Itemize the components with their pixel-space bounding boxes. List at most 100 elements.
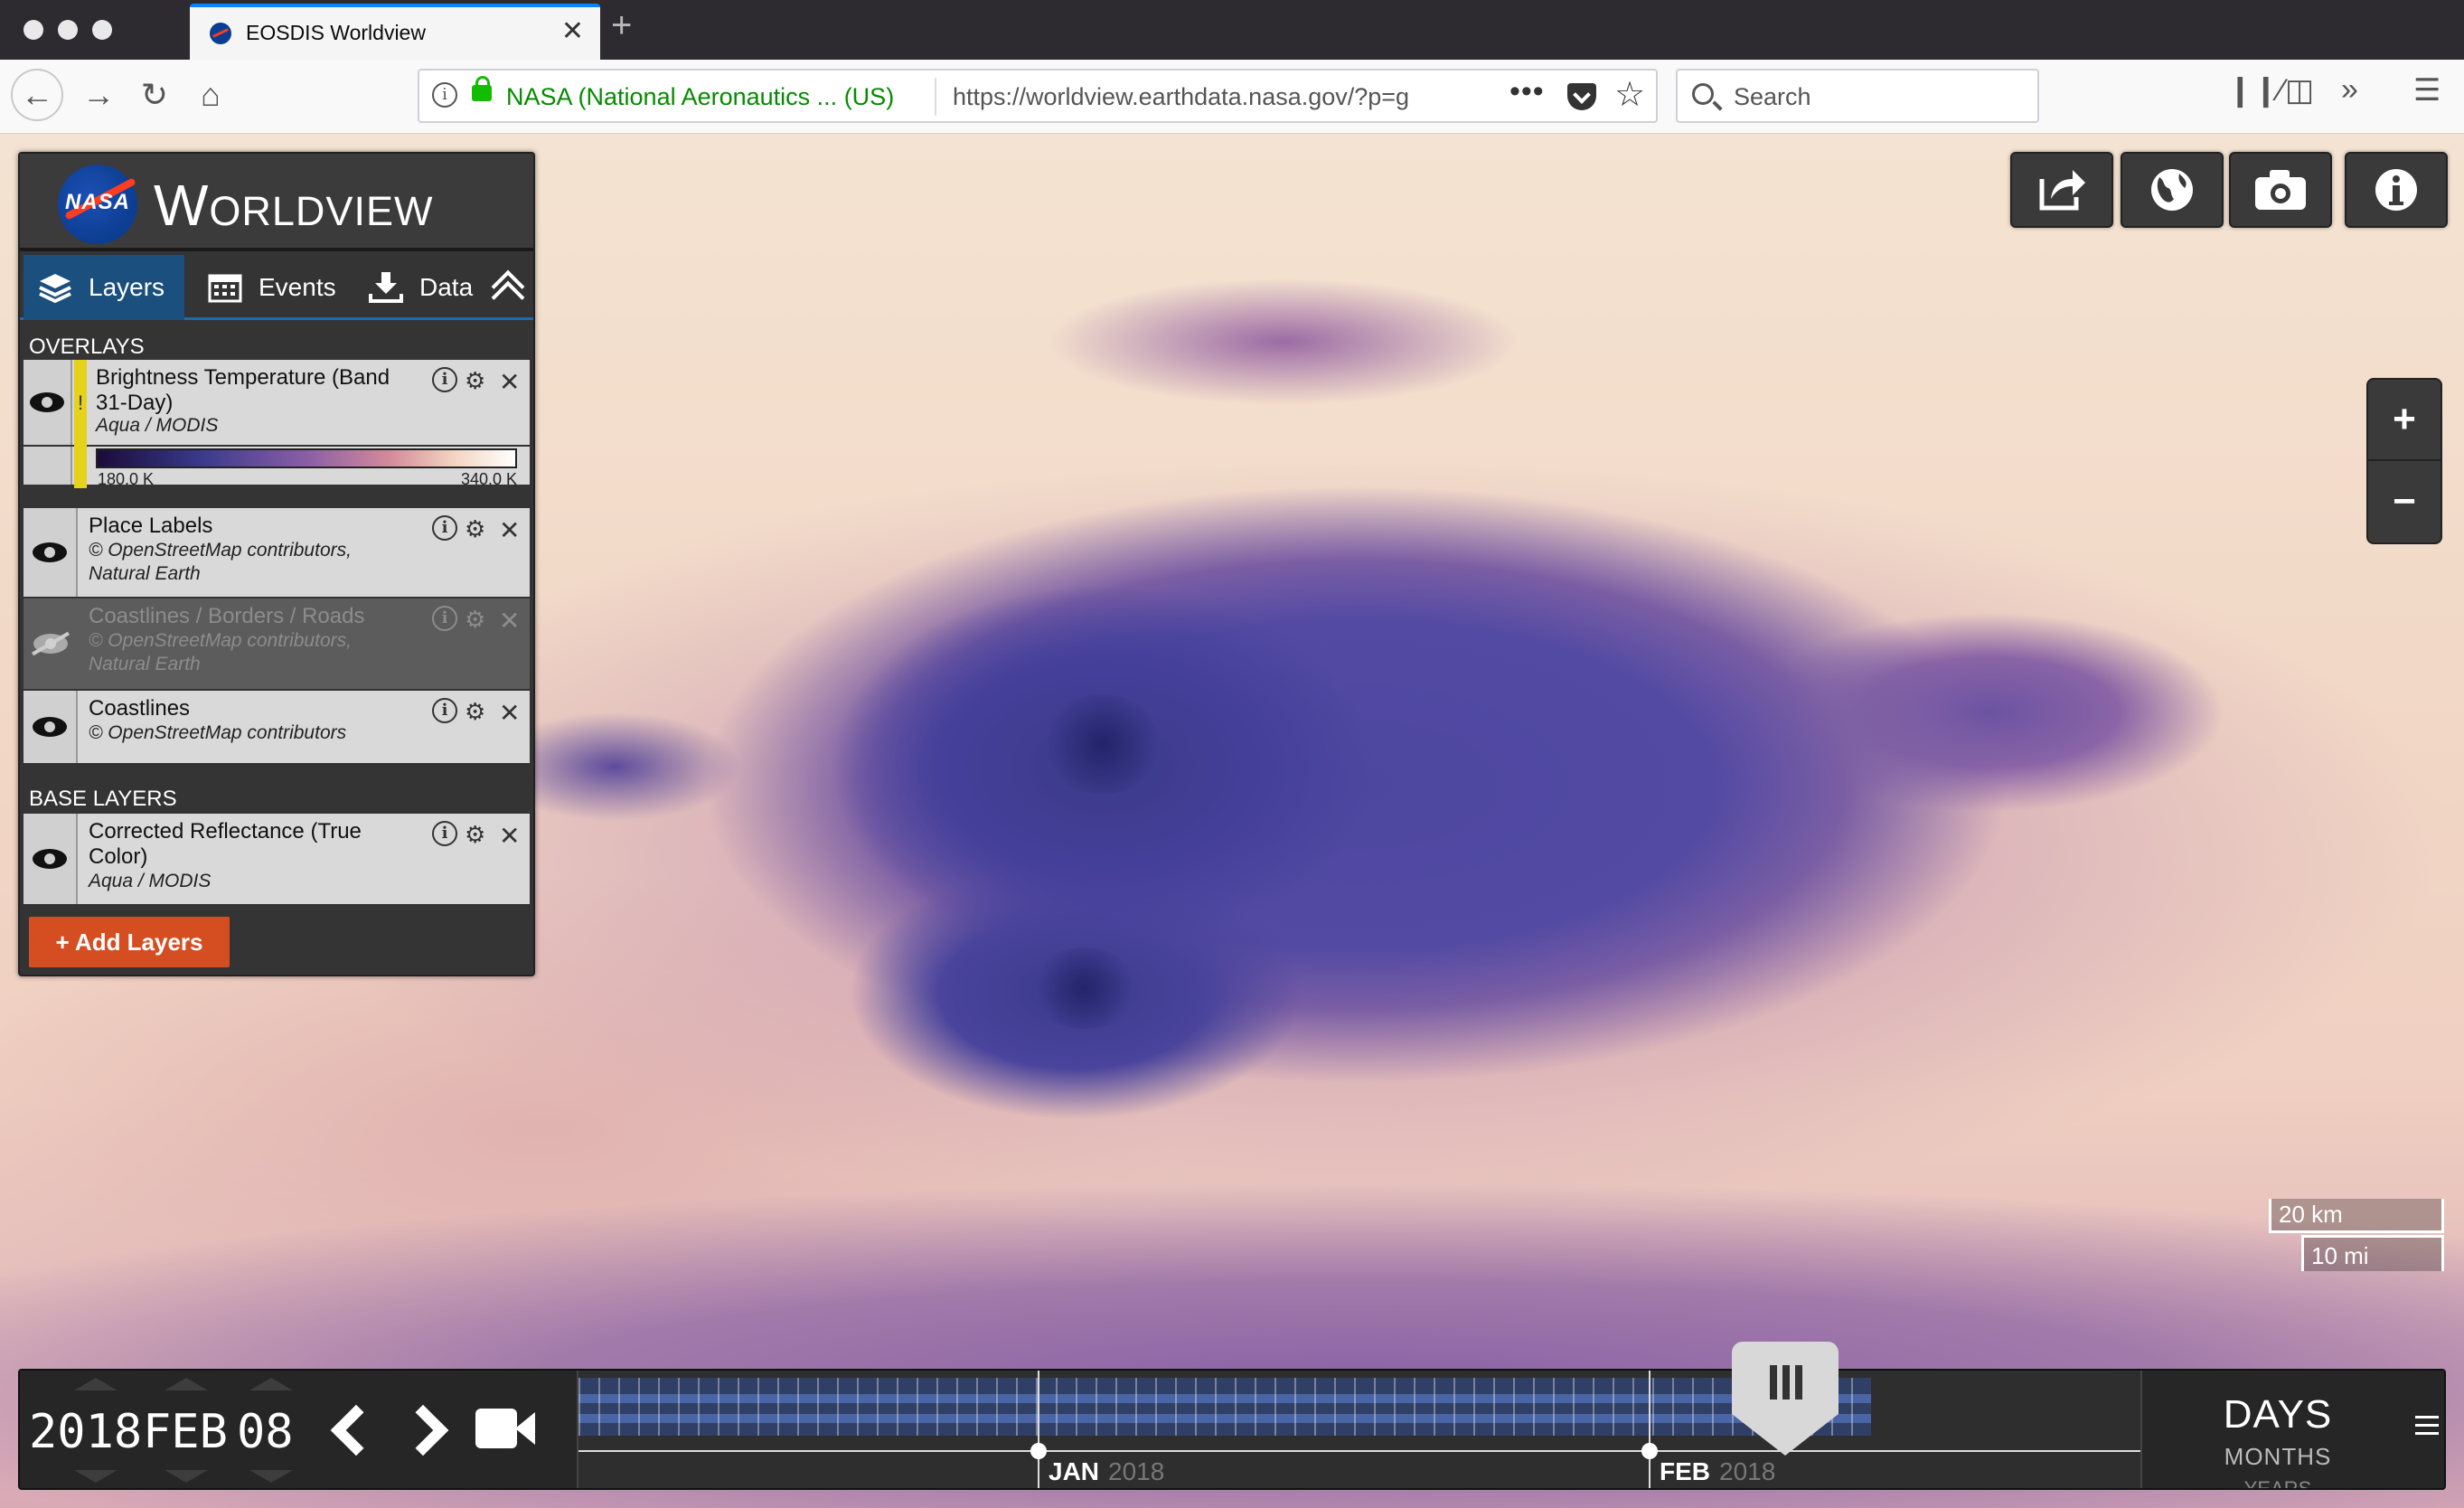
reload-icon[interactable]: ↻ (132, 72, 177, 118)
next-day-icon[interactable] (397, 1404, 449, 1456)
timeline-track[interactable]: JAN 2018 FEB 2018 (577, 1342, 2142, 1488)
date-year[interactable]: 2018 (29, 1405, 142, 1459)
cloud-vortex (1030, 947, 1139, 1029)
layer-info-icon[interactable]: i (432, 606, 457, 631)
layer-settings-icon[interactable]: ⚙ (465, 821, 485, 849)
timeline-data-coverage (578, 1378, 1871, 1436)
day-up-arrow[interactable] (249, 1378, 293, 1390)
site-identity[interactable]: NASA (National Aeronautics ... (US) (506, 83, 894, 111)
remove-layer-icon[interactable]: ✕ (499, 515, 520, 545)
layer-legend: 180.0 K 340.0 K (24, 447, 530, 488)
visibility-toggle[interactable] (24, 598, 78, 689)
layer-info-icon[interactable]: i (432, 515, 457, 541)
new-tab-button[interactable]: + (611, 5, 632, 46)
layer-settings-icon[interactable]: ⚙ (465, 606, 485, 634)
layer-settings-icon[interactable]: ⚙ (465, 515, 485, 543)
add-layers-button[interactable]: + Add Layers (29, 917, 230, 967)
layer-item[interactable]: Corrected Reflectance (True Color) Aqua … (24, 814, 530, 906)
bookmark-star-icon[interactable]: ☆ (1614, 74, 1645, 115)
tab-data-label: Data (419, 273, 474, 301)
eye-icon (30, 392, 64, 412)
layer-info-icon[interactable]: i (432, 367, 457, 392)
warning-marker[interactable]: ! (74, 360, 87, 447)
globe-icon (2151, 169, 2193, 211)
overflow-chevron-icon[interactable]: » (2341, 72, 2358, 108)
back-icon[interactable]: ← (11, 69, 63, 121)
scale-bar-km: 20 km (2269, 1199, 2444, 1233)
menu-icon[interactable]: ☰ (2413, 72, 2440, 108)
tab-events[interactable]: Events (193, 255, 354, 320)
layer-settings-icon[interactable]: ⚙ (465, 367, 485, 395)
collapse-chevron-icon[interactable] (488, 268, 524, 304)
layer-info-icon[interactable]: i (432, 821, 457, 846)
calendar-icon (208, 272, 242, 303)
layer-info-icon[interactable]: i (432, 698, 457, 723)
projection-button[interactable] (2121, 152, 2224, 228)
layer-name: Coastlines (89, 696, 191, 721)
layer-item[interactable]: Coastlines / Borders / Roads © OpenStree… (24, 598, 530, 691)
visibility-toggle[interactable] (24, 508, 78, 597)
tab-layers[interactable]: Layers (24, 255, 184, 320)
tab-close-icon[interactable]: ✕ (561, 15, 584, 47)
info-button[interactable] (2345, 152, 2448, 228)
cloud-vortex (1039, 694, 1166, 794)
zoom-level-days[interactable]: DAYS (2142, 1392, 2412, 1437)
url-bar[interactable]: i NASA (National Aeronautics ... (US) ht… (418, 69, 1658, 123)
remove-layer-icon[interactable]: ✕ (499, 821, 520, 851)
timeline-zoom-level[interactable]: DAYS MONTHS YEARS (2140, 1371, 2412, 1488)
library-icon[interactable]: ❙❙⁄ (2227, 72, 2284, 108)
remove-layer-icon[interactable]: ✕ (499, 367, 520, 397)
visibility-toggle[interactable] (24, 360, 72, 445)
snapshot-button[interactable] (2229, 152, 2332, 228)
remove-layer-icon[interactable]: ✕ (499, 698, 520, 728)
browser-tab[interactable]: EOSDIS Worldview ✕ (190, 4, 600, 60)
nasa-logo[interactable]: NASA (58, 165, 137, 244)
search-bar[interactable]: Search (1676, 69, 2039, 123)
zoom-level-months[interactable]: MONTHS (2142, 1443, 2412, 1471)
zoom-control: + − (2366, 378, 2442, 544)
remove-layer-icon[interactable]: ✕ (499, 606, 520, 636)
year-up-arrow[interactable] (74, 1378, 118, 1390)
legend-colorbar[interactable] (96, 448, 517, 468)
window-minimize-dot[interactable] (58, 20, 78, 40)
zoom-out-button[interactable]: − (2368, 461, 2440, 542)
animation-video-icon[interactable] (475, 1409, 535, 1448)
zoom-level-years[interactable]: YEARS (2142, 1477, 2412, 1488)
layer-item[interactable]: Place Labels © OpenStreetMap contributor… (24, 506, 530, 598)
previous-day-icon[interactable] (330, 1404, 382, 1456)
layer-item[interactable]: ! Brightness Temperature (Band 31-Day) A… (24, 360, 530, 447)
zoom-in-button[interactable]: + (2368, 380, 2440, 461)
tab-data[interactable]: Data (354, 255, 481, 320)
day-down-arrow[interactable] (249, 1470, 293, 1483)
sidebar-toggle-icon[interactable]: ◫ (2285, 72, 2314, 108)
url-text[interactable]: https://worldview.earthdata.nasa.gov/?p=… (953, 83, 1441, 111)
timeline-date-handle[interactable] (1732, 1342, 1839, 1456)
layer-item[interactable]: Coastlines © OpenStreetMap contributors … (24, 691, 530, 765)
window-close-dot[interactable] (24, 20, 43, 40)
date-day[interactable]: 08 (237, 1405, 294, 1459)
layer-settings-icon[interactable]: ⚙ (465, 698, 485, 726)
base-layers-heading: BASE LAYERS (29, 787, 177, 811)
download-icon (369, 272, 403, 303)
layer-name: Corrected Reflectance (True Color) (89, 819, 362, 869)
timeline-menu-icon[interactable] (2415, 1416, 2439, 1436)
share-button[interactable] (2010, 152, 2113, 228)
month-marker (1641, 1443, 1658, 1459)
forward-icon[interactable]: → (76, 72, 121, 118)
date-month[interactable]: FEB (143, 1405, 228, 1459)
year-down-arrow[interactable] (74, 1470, 118, 1483)
home-icon[interactable]: ⌂ (188, 72, 233, 118)
page-actions-icon[interactable]: ••• (1509, 74, 1545, 109)
site-info-icon[interactable]: i (432, 82, 457, 108)
app-header: NASA Worldview (20, 154, 533, 251)
layers-sidebar: NASA Worldview Layers Events Data OVERLA… (18, 152, 535, 976)
eye-icon (33, 542, 67, 562)
month-down-arrow[interactable] (165, 1470, 208, 1483)
visibility-toggle[interactable] (24, 814, 78, 904)
eye-slash-icon (33, 634, 68, 654)
pocket-icon[interactable] (1567, 83, 1596, 110)
tab-events-label: Events (259, 273, 336, 301)
window-zoom-dot[interactable] (92, 20, 112, 40)
month-up-arrow[interactable] (165, 1378, 208, 1390)
visibility-toggle[interactable] (24, 691, 78, 763)
